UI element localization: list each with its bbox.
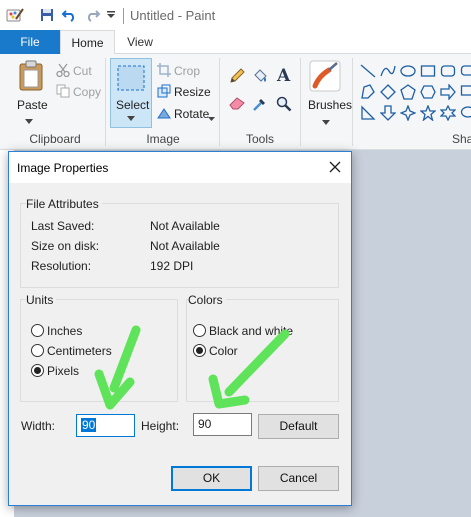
line-shape-icon[interactable]	[360, 63, 376, 79]
units-heading: Units	[26, 293, 57, 307]
group-divider	[300, 58, 301, 146]
last-saved-label: Last Saved:	[31, 219, 95, 233]
svg-text:A: A	[276, 66, 291, 84]
diamond-shape-icon[interactable]	[380, 84, 396, 100]
pencil-icon[interactable]	[229, 68, 245, 87]
resize-label[interactable]: Resize	[174, 85, 211, 99]
rounded-rectangle-shape-icon[interactable]	[440, 63, 456, 79]
triangle-shape-icon[interactable]	[360, 105, 376, 121]
color-picker-icon[interactable]	[252, 96, 268, 115]
centimeters-label[interactable]: Centimeters	[47, 344, 112, 358]
paste-button[interactable]	[18, 60, 44, 95]
curve-shape-icon[interactable]	[380, 63, 396, 79]
five-point-star-shape-icon[interactable]	[419, 104, 437, 122]
image-group-label: Image	[146, 132, 180, 146]
polygon-shape-icon[interactable]	[360, 84, 376, 100]
oval-shape-icon[interactable]	[400, 63, 416, 79]
colors-heading: Colors	[188, 293, 226, 307]
black-and-white-radio[interactable]	[193, 324, 206, 337]
image-properties-dialog: Image Properties File Attributes Last Sa…	[8, 151, 352, 506]
quick-access-divider	[123, 8, 124, 24]
ribbon: Paste Cut Copy Clipboard Select Crop Res…	[0, 54, 471, 150]
last-saved-value: Not Available	[150, 219, 220, 233]
down-arrow-shape-icon[interactable]	[379, 105, 397, 121]
cloud-callout-shape-icon[interactable]	[460, 105, 471, 121]
centimeters-radio[interactable]	[31, 344, 44, 357]
cut-icon[interactable]	[56, 63, 70, 80]
copy-label[interactable]: Copy	[73, 85, 101, 99]
resize-icon[interactable]	[157, 84, 171, 101]
redo-icon[interactable]	[84, 6, 102, 24]
eraser-icon[interactable]	[229, 96, 245, 113]
tab-home[interactable]: Home	[60, 30, 115, 55]
group-divider	[219, 58, 220, 146]
speech-shape-icon[interactable]	[460, 63, 471, 79]
rotate-label[interactable]: Rotate	[174, 107, 209, 121]
default-button[interactable]: Default	[258, 414, 339, 439]
height-value: 90	[198, 417, 212, 431]
crop-label[interactable]: Crop	[174, 64, 200, 78]
brushes-label[interactable]: Brushes	[308, 98, 352, 112]
brushes-dropdown-icon[interactable]	[322, 115, 330, 129]
black-and-white-label[interactable]: Black and white	[209, 324, 293, 338]
copy-icon[interactable]	[56, 84, 70, 101]
dialog-title: Image Properties	[17, 161, 109, 175]
text-icon[interactable]: A	[276, 66, 292, 87]
clipboard-group-label: Clipboard	[29, 132, 81, 146]
rectangle-shape-icon[interactable]	[420, 63, 436, 79]
paste-dropdown-icon[interactable]	[25, 114, 33, 128]
group-divider	[105, 58, 106, 146]
pixels-radio[interactable]	[31, 364, 44, 377]
select-icon	[117, 65, 145, 91]
title-bar: Untitled - Paint	[0, 0, 471, 30]
file-attributes-heading: File Attributes	[26, 197, 102, 211]
tab-view[interactable]: View	[115, 30, 165, 54]
cancel-button[interactable]: Cancel	[258, 466, 339, 491]
cut-label[interactable]: Cut	[73, 64, 92, 78]
color-radio[interactable]	[193, 344, 206, 357]
inches-radio[interactable]	[31, 324, 44, 337]
tools-group-label: Tools	[245, 132, 274, 146]
resolution-value: 192 DPI	[150, 259, 194, 273]
hexagon-shape-icon[interactable]	[420, 84, 436, 100]
group-divider	[352, 58, 353, 146]
brushes-icon[interactable]	[309, 60, 341, 95]
callout-shape-icon[interactable]	[460, 84, 471, 100]
close-icon[interactable]	[325, 157, 345, 177]
size-on-disk-value: Not Available	[150, 239, 220, 253]
save-icon[interactable]	[38, 6, 56, 24]
pixels-label[interactable]: Pixels	[47, 364, 79, 378]
crop-icon[interactable]	[157, 63, 171, 80]
customize-toolbar-icon[interactable]	[105, 6, 117, 24]
dialog-title-bar: Image Properties	[9, 152, 351, 183]
six-point-star-shape-icon[interactable]	[439, 104, 457, 122]
height-input[interactable]: 90	[193, 413, 252, 436]
width-label: Width:	[21, 419, 56, 433]
select-dropdown-icon	[127, 116, 135, 121]
tab-file[interactable]: File	[0, 30, 60, 54]
pentagon-shape-icon[interactable]	[400, 84, 416, 100]
resolution-label: Resolution:	[31, 259, 92, 273]
width-input[interactable]: 90	[76, 414, 135, 437]
four-point-star-shape-icon[interactable]	[399, 104, 417, 122]
size-on-disk-label: Size on disk:	[31, 239, 100, 253]
paste-label[interactable]: Paste	[17, 98, 48, 112]
ribbon-tab-bar: File Home View	[0, 30, 471, 55]
select-label: Select	[116, 98, 150, 112]
shapes-group-label: Sha	[452, 132, 471, 146]
window-title: Untitled - Paint	[130, 8, 216, 23]
fill-icon[interactable]	[252, 68, 268, 87]
rotate-dropdown-icon[interactable]	[208, 111, 215, 125]
magnifier-icon[interactable]	[276, 96, 292, 115]
height-label: Height:	[141, 419, 180, 433]
paint-app-icon[interactable]	[4, 6, 26, 24]
rotate-icon[interactable]	[157, 106, 171, 123]
undo-icon[interactable]	[60, 6, 78, 24]
inches-label[interactable]: Inches	[47, 324, 82, 338]
right-arrow-shape-icon[interactable]	[440, 83, 456, 101]
color-label[interactable]: Color	[209, 344, 238, 358]
width-value: 90	[81, 418, 97, 432]
ok-button[interactable]: OK	[171, 466, 252, 491]
select-button[interactable]: Select	[110, 58, 152, 128]
